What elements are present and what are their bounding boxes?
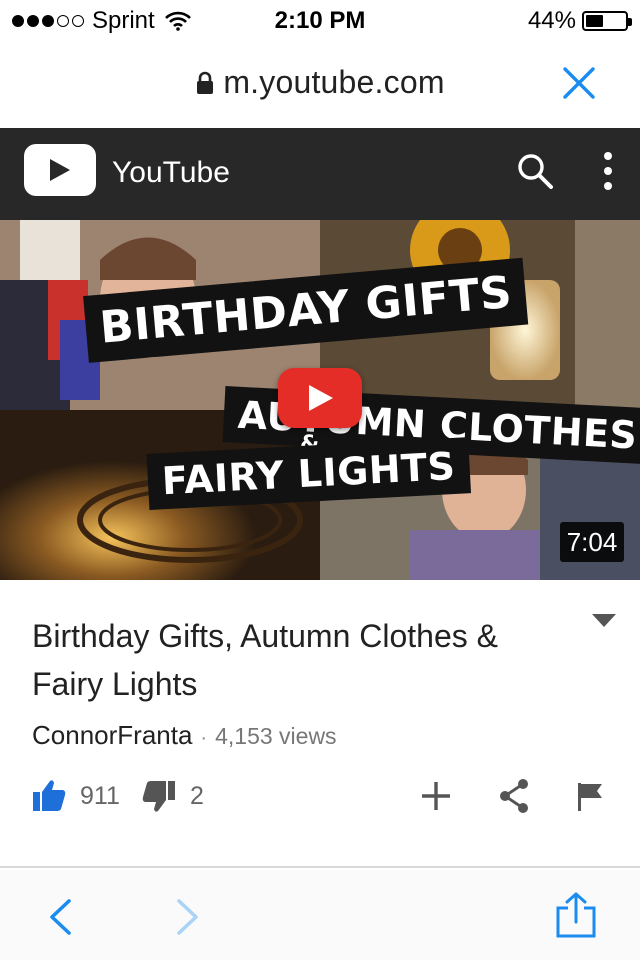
url-bar: m.youtube.com — [0, 40, 640, 128]
battery-percent: 44% — [527, 7, 576, 34]
youtube-play-icon — [50, 159, 70, 181]
search-icon[interactable] — [516, 152, 554, 190]
battery-level — [586, 15, 603, 27]
thumbs-up-icon[interactable] — [32, 778, 66, 812]
forward-icon[interactable] — [176, 898, 200, 936]
video-meta: ConnorFranta · 4,153 views — [32, 720, 337, 751]
close-icon[interactable] — [562, 66, 596, 100]
more-vert-icon[interactable] — [600, 150, 616, 192]
like-count: 911 — [80, 782, 120, 810]
back-icon[interactable] — [48, 898, 72, 936]
divider — [0, 866, 640, 868]
youtube-brand-name: YouTube — [112, 156, 230, 189]
share-sheet-icon[interactable] — [554, 892, 598, 938]
share-icon[interactable] — [498, 778, 530, 814]
youtube-logo[interactable] — [24, 144, 96, 196]
battery-nub — [628, 18, 632, 26]
add-icon[interactable] — [420, 780, 452, 812]
status-bar: Sprint 2:10 PM 44% — [0, 0, 640, 40]
lock-icon — [197, 71, 214, 94]
status-right: 44% — [527, 7, 632, 35]
battery-icon — [582, 11, 632, 31]
video-duration: 7:04 — [560, 522, 624, 562]
action-row: 911 2 — [0, 770, 640, 824]
youtube-header: YouTube — [0, 128, 640, 220]
browser-toolbar — [0, 870, 640, 960]
channel-name[interactable]: ConnorFranta — [32, 720, 192, 751]
play-icon — [309, 385, 333, 411]
view-count: 4,153 views — [215, 723, 337, 749]
thumbs-down-icon[interactable] — [142, 780, 176, 814]
chevron-down-icon[interactable] — [592, 614, 616, 628]
video-title: Birthday Gifts, Autumn Clothes & Fairy L… — [32, 618, 498, 702]
url-text: m.youtube.com — [223, 64, 445, 100]
address-field[interactable]: m.youtube.com — [0, 64, 640, 101]
dislike-count: 2 — [190, 782, 204, 810]
meta-separator: · — [200, 727, 208, 749]
flag-icon[interactable] — [576, 782, 604, 812]
play-button[interactable] — [278, 368, 362, 428]
